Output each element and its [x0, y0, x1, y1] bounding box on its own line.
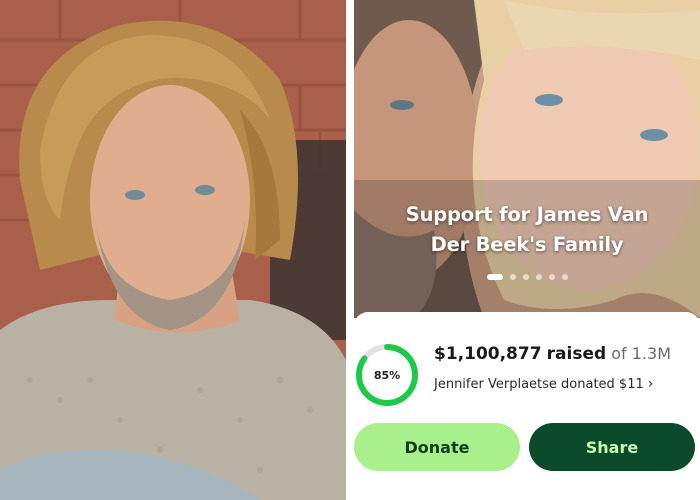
- portrait-photo: [0, 0, 346, 500]
- raised-word: raised: [546, 344, 607, 364]
- campaign-title: Support for James Van Der Beek's Family: [354, 200, 700, 260]
- carousel-dot[interactable]: [535, 274, 542, 280]
- campaign-hero-image[interactable]: Support for James Van Der Beek's Family: [354, 0, 700, 318]
- chevron-right-icon: ›: [647, 376, 654, 392]
- raised-amount: $1,100,877: [434, 344, 542, 364]
- share-button[interactable]: Share: [529, 423, 695, 471]
- fundraiser-screen: Support for James Van Der Beek's Family …: [354, 0, 700, 500]
- carousel-indicator[interactable]: [354, 274, 700, 280]
- carousel-dot-active[interactable]: [486, 274, 503, 280]
- donation-card: 85% $1,100,877 raised of 1.3M Jennifer V…: [354, 312, 700, 500]
- carousel-dot[interactable]: [548, 274, 555, 280]
- raised-summary: $1,100,877 raised of 1.3M: [434, 344, 671, 364]
- campaign-title-line2: Der Beek's Family: [430, 233, 624, 256]
- donate-button[interactable]: Donate: [354, 423, 520, 471]
- campaign-title-line1: Support for James Van: [405, 203, 649, 226]
- recent-donation-text: Jennifer Verplaetse donated $11: [434, 377, 644, 392]
- screenshot-collage: Support for James Van Der Beek's Family …: [0, 0, 700, 500]
- progress-percent: 85%: [373, 368, 401, 382]
- panel-divider: [346, 0, 354, 500]
- carousel-dot[interactable]: [561, 274, 568, 280]
- progress-ring: 85%: [354, 342, 420, 408]
- carousel-dot[interactable]: [522, 274, 529, 280]
- carousel-dot[interactable]: [509, 274, 516, 280]
- goal-text: of 1.3M: [611, 344, 671, 363]
- recent-donation-link[interactable]: Jennifer Verplaetse donated $11 ›: [434, 376, 653, 392]
